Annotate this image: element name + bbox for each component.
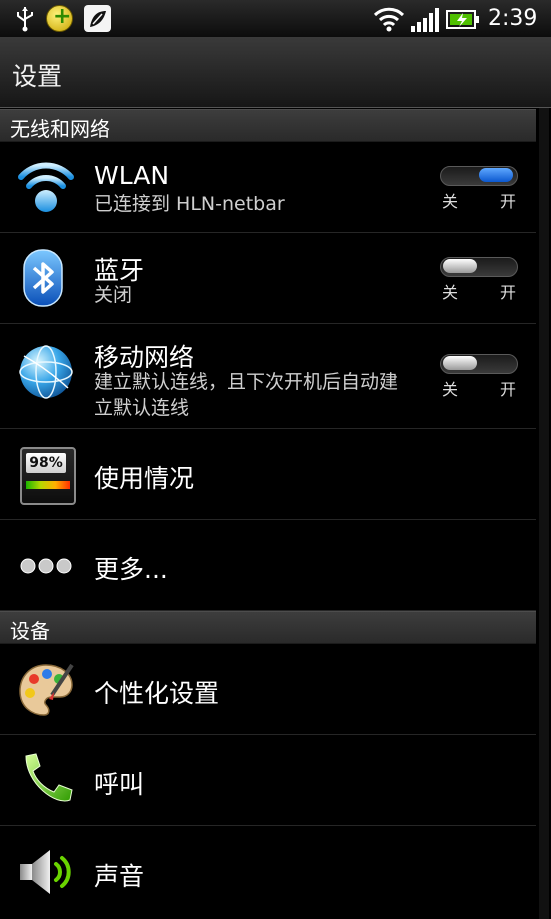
section-title: 设备 bbox=[10, 619, 50, 643]
settings-item-sound[interactable]: 声音 bbox=[0, 826, 536, 919]
section-title: 无线和网络 bbox=[10, 117, 110, 141]
item-label: 声音 bbox=[94, 862, 145, 891]
scrollbar[interactable] bbox=[539, 108, 549, 919]
item-label: WLAN bbox=[94, 161, 170, 190]
toggle-on-label: 开 bbox=[500, 192, 517, 211]
item-label: 使用情况 bbox=[94, 464, 195, 493]
settings-item-usage[interactable]: 98% 使用情况 bbox=[0, 429, 536, 520]
settings-item-personalize[interactable]: 个性化设置 bbox=[0, 643, 536, 735]
toggle-knob bbox=[443, 356, 477, 370]
toggle-off-label: 关 bbox=[442, 283, 459, 302]
toggle-off-label: 关 bbox=[442, 192, 459, 211]
page-title: 设置 bbox=[12, 62, 63, 91]
globe-icon bbox=[19, 345, 73, 399]
signal-icon bbox=[411, 8, 439, 32]
bluetooth-toggle[interactable]: 关 开 bbox=[440, 257, 520, 302]
item-label: 更多... bbox=[94, 555, 168, 584]
usage-meter-icon: 98% bbox=[20, 447, 76, 505]
bluetooth-icon bbox=[23, 249, 63, 307]
toggle-on-label: 开 bbox=[500, 380, 517, 399]
section-header-wireless: 无线和网络 bbox=[0, 109, 536, 142]
usage-meter-bar bbox=[26, 481, 70, 489]
phone-icon bbox=[25, 753, 73, 802]
app-icon bbox=[84, 5, 111, 32]
mobile-network-toggle[interactable]: 关 开 bbox=[440, 354, 520, 399]
settings-item-call[interactable]: 呼叫 bbox=[0, 735, 536, 826]
battery-charging-icon bbox=[446, 10, 479, 29]
usage-meter-value: 98% bbox=[26, 453, 66, 473]
section-header-device: 设备 bbox=[0, 611, 536, 644]
usb-icon bbox=[17, 7, 33, 32]
speaker-icon bbox=[20, 850, 71, 894]
clock: 2:39 bbox=[488, 6, 538, 31]
item-label: 个性化设置 bbox=[94, 679, 220, 708]
item-sub: 建立默认连线，且下次开机后自动建立默认连线 bbox=[94, 371, 399, 419]
wifi-icon bbox=[18, 162, 74, 212]
settings-item-more[interactable]: 更多... bbox=[0, 520, 536, 611]
toggle-knob bbox=[443, 259, 477, 273]
title-bar: 设置 bbox=[0, 37, 551, 108]
wlan-toggle[interactable]: 关 开 bbox=[440, 166, 520, 211]
more-dots-icon bbox=[20, 558, 72, 574]
item-sub: 关闭 bbox=[94, 284, 133, 306]
app-icon bbox=[46, 4, 73, 32]
settings-item-wlan[interactable]: WLAN 已连接到 HLN-netbar 关 开 bbox=[0, 141, 536, 233]
item-sub: 已连接到 HLN-netbar bbox=[94, 193, 285, 215]
wifi-icon bbox=[373, 7, 405, 32]
palette-icon bbox=[19, 663, 74, 716]
toggle-on-label: 开 bbox=[500, 283, 517, 302]
toggle-knob bbox=[479, 168, 513, 182]
settings-item-mobile-network[interactable]: 移动网络 建立默认连线，且下次开机后自动建立默认连线 关 开 bbox=[0, 324, 536, 429]
status-bar: 2:39 bbox=[0, 0, 551, 37]
settings-item-bluetooth[interactable]: 蓝牙 关闭 关 开 bbox=[0, 233, 536, 324]
item-label: 呼叫 bbox=[94, 770, 145, 799]
toggle-off-label: 关 bbox=[442, 380, 459, 399]
